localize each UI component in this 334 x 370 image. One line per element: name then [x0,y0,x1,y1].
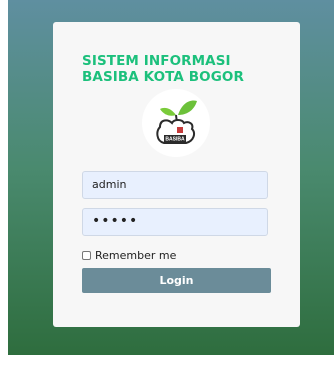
password-input[interactable]: ••••• [82,208,268,236]
basiba-logo: BASIBA [142,89,210,157]
logo-icon: BASIBA [156,100,197,144]
page-footer-strip [8,355,334,370]
username-value: admin [92,178,127,191]
logo-text: BASIBA [165,137,185,143]
remember-checkbox[interactable] [82,251,91,260]
app-title: SISTEM INFORMASI BASIBA KOTA BOGOR [82,53,282,85]
login-button[interactable]: Login [82,268,271,293]
remember-label: Remember me [95,249,177,262]
app-title-line-2: BASIBA KOTA BOGOR [82,69,244,85]
login-card: SISTEM INFORMASI BASIBA KOTA BOGOR BASIB… [53,22,300,327]
remember-me[interactable]: Remember me [82,249,176,262]
password-value: ••••• [92,213,139,229]
app-title-line-1: SISTEM INFORMASI [82,53,231,69]
username-input[interactable]: admin [82,171,268,199]
